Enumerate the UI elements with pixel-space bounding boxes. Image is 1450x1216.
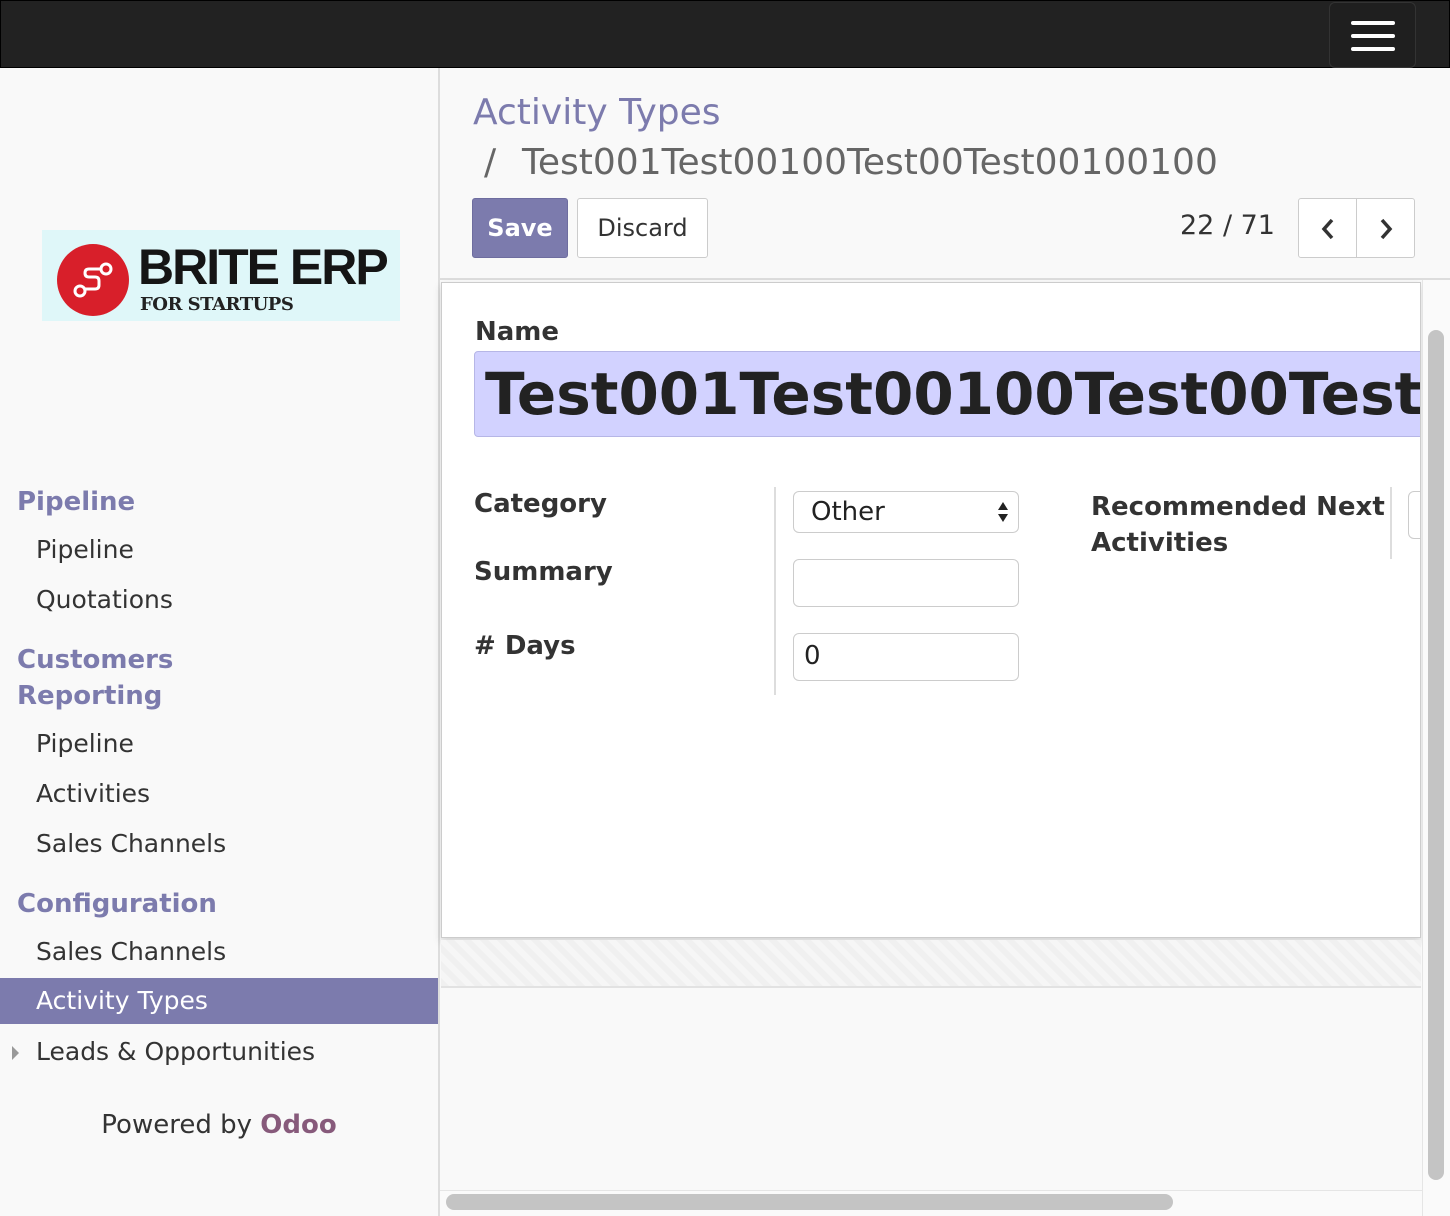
pager-next-button[interactable] — [1356, 198, 1415, 258]
category-select-value: Other — [811, 497, 885, 527]
odoo-link[interactable]: Odoo — [260, 1110, 336, 1140]
caret-right-icon — [12, 1046, 19, 1060]
days-label: # Days — [474, 631, 576, 661]
sidebar-item-quotations[interactable]: Quotations — [0, 577, 438, 623]
sidebar-item-leads-opportunities[interactable]: Leads & Opportunities — [0, 1029, 438, 1075]
pager-previous-button[interactable] — [1298, 198, 1357, 258]
discard-button[interactable]: Discard — [577, 198, 708, 258]
powered-by: Powered by Odoo — [0, 1110, 438, 1140]
summary-label: Summary — [474, 557, 613, 587]
sidebar-item-config-sales-channels[interactable]: Sales Channels — [0, 929, 438, 975]
chevron-right-icon — [1380, 218, 1393, 240]
name-field[interactable]: Test001Test00100Test00Test00100100 — [474, 351, 1420, 437]
form-sheet: Name Test001Test00100Test00Test00100100 … — [441, 282, 1421, 938]
sidebar-item-pipeline[interactable]: Pipeline — [0, 527, 438, 573]
logo-icon — [57, 244, 129, 316]
top-navbar — [0, 0, 1450, 68]
logo-title: BRITE ERP — [138, 239, 389, 295]
label-separator — [774, 487, 776, 695]
save-button[interactable]: Save — [472, 198, 568, 258]
recommended-next-activities-field[interactable] — [1408, 491, 1420, 539]
chatter-area — [441, 940, 1421, 988]
summary-field[interactable] — [793, 559, 1019, 607]
section-pipeline[interactable]: Pipeline — [17, 484, 135, 520]
select-arrows-icon — [998, 502, 1008, 522]
section-customers[interactable]: Customers — [17, 642, 173, 678]
hamburger-menu-button[interactable] — [1329, 2, 1416, 68]
breadcrumb-separator: / — [484, 142, 497, 183]
recommended-label-line2: Activities — [1091, 528, 1229, 558]
hamburger-menu-icon — [1351, 21, 1395, 25]
name-label: Name — [475, 317, 560, 347]
section-reporting[interactable]: Reporting — [17, 678, 162, 714]
breadcrumb-current: Test001Test00100Test00Test00100100 — [522, 142, 1218, 183]
section-configuration[interactable]: Configuration — [17, 886, 217, 922]
sidebar-item-label: Leads & Opportunities — [36, 1037, 316, 1066]
category-select[interactable]: Other — [793, 491, 1019, 533]
powered-by-text: Powered by — [101, 1110, 252, 1140]
sidebar-item-reporting-pipeline[interactable]: Pipeline — [0, 721, 438, 767]
horizontal-scrollbar-thumb[interactable] — [446, 1194, 1173, 1210]
recommended-label-line1: Recommended Next — [1091, 492, 1385, 522]
pager-value[interactable]: 22 / 71 — [1180, 210, 1275, 241]
days-field[interactable]: 0 — [793, 633, 1019, 681]
company-logo[interactable]: BRITE ERP FOR STARTUPS — [42, 230, 400, 321]
recommended-next-activities-label: Recommended Next Activities — [1091, 489, 1385, 561]
breadcrumb-parent[interactable]: Activity Types — [473, 92, 721, 133]
recommended-separator — [1390, 487, 1392, 559]
sidebar: BRITE ERP FOR STARTUPS Pipeline Pipeline… — [0, 68, 440, 1216]
logo-subtitle: FOR STARTUPS — [140, 294, 294, 315]
chevron-left-icon — [1321, 218, 1334, 240]
sidebar-item-reporting-sales-channels[interactable]: Sales Channels — [0, 821, 438, 867]
vertical-scrollbar-thumb[interactable] — [1428, 330, 1444, 1180]
category-label: Category — [474, 489, 607, 519]
sidebar-item-activities[interactable]: Activities — [0, 771, 438, 817]
sidebar-item-activity-types[interactable]: Activity Types — [0, 978, 438, 1024]
